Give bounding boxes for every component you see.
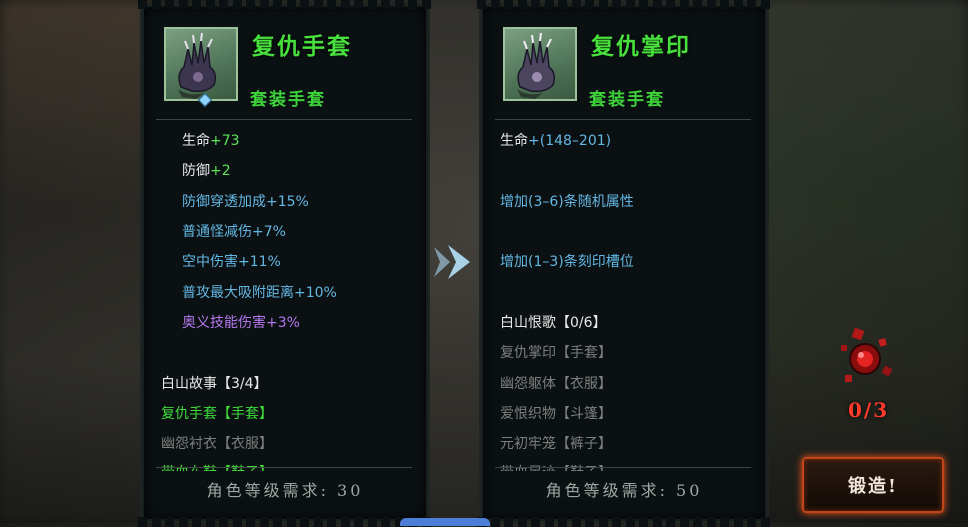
set-title: 白山故事【3/4】 — [161, 376, 268, 392]
forged-item-panel: 复仇掌印 套装手套 生命+(148–201) 增加(3–6)条随机属性 增加(1… — [477, 0, 771, 527]
item-type: 套装手套 — [589, 90, 665, 110]
item-name: 复仇掌印 — [591, 33, 691, 60]
bottom-tab-button[interactable] — [400, 518, 490, 526]
glove-item-icon — [164, 27, 238, 108]
stat-line: 普通怪减伤+7% — [182, 224, 286, 240]
item-type: 套装手套 — [250, 90, 326, 110]
set-item: 复仇掌印【手套】 — [500, 345, 612, 361]
stat-line: 增加(3–6)条随机属性 — [500, 194, 634, 210]
glove-item-icon — [503, 27, 577, 101]
set-item: 复仇手套【手套】 — [161, 406, 273, 422]
stat-line: 防御穿透加成+15% — [182, 194, 309, 210]
level-requirement: 角色等级需求: 30 — [206, 481, 364, 500]
stat-line: 奥义技能伤害+3% — [182, 315, 300, 331]
set-title: 白山恨歌【0/6】 — [500, 315, 607, 331]
item-name: 复仇手套 — [252, 33, 352, 60]
stat-line: 生命+(148–201) — [500, 133, 612, 149]
stat-line: 增加(1–3)条刻印槽位 — [500, 254, 634, 270]
background-right — [760, 0, 968, 523]
forge-material-icon — [841, 327, 893, 382]
current-item-panel: 复仇手套 套装手套 生命+73 防御+2 防御穿透加成+15% 普通怪减伤+7%… — [138, 0, 432, 527]
set-item: 幽怨衬衣【衣服】 — [161, 436, 273, 452]
stat-line: 生命+73 — [182, 133, 240, 149]
forge-button[interactable]: 锻造! — [802, 457, 944, 513]
set-item: 幽怨躯体【衣服】 — [500, 376, 612, 392]
divider — [156, 119, 412, 120]
divider — [495, 467, 751, 468]
stat-line: 普攻最大吸附距离+10% — [182, 285, 337, 301]
divider — [156, 467, 412, 468]
upgrade-arrow-icon — [434, 245, 470, 279]
level-requirement: 角色等级需求: 50 — [545, 481, 703, 500]
divider — [495, 119, 751, 120]
background-left — [0, 0, 150, 523]
stat-line: 空中伤害+11% — [182, 254, 281, 270]
set-item: 元初牢笼【裤子】 — [500, 436, 612, 452]
forge-material-count: 0/3 — [848, 398, 890, 422]
stat-line: 防御+2 — [182, 163, 231, 179]
set-item: 爱恨织物【斗篷】 — [500, 406, 612, 422]
